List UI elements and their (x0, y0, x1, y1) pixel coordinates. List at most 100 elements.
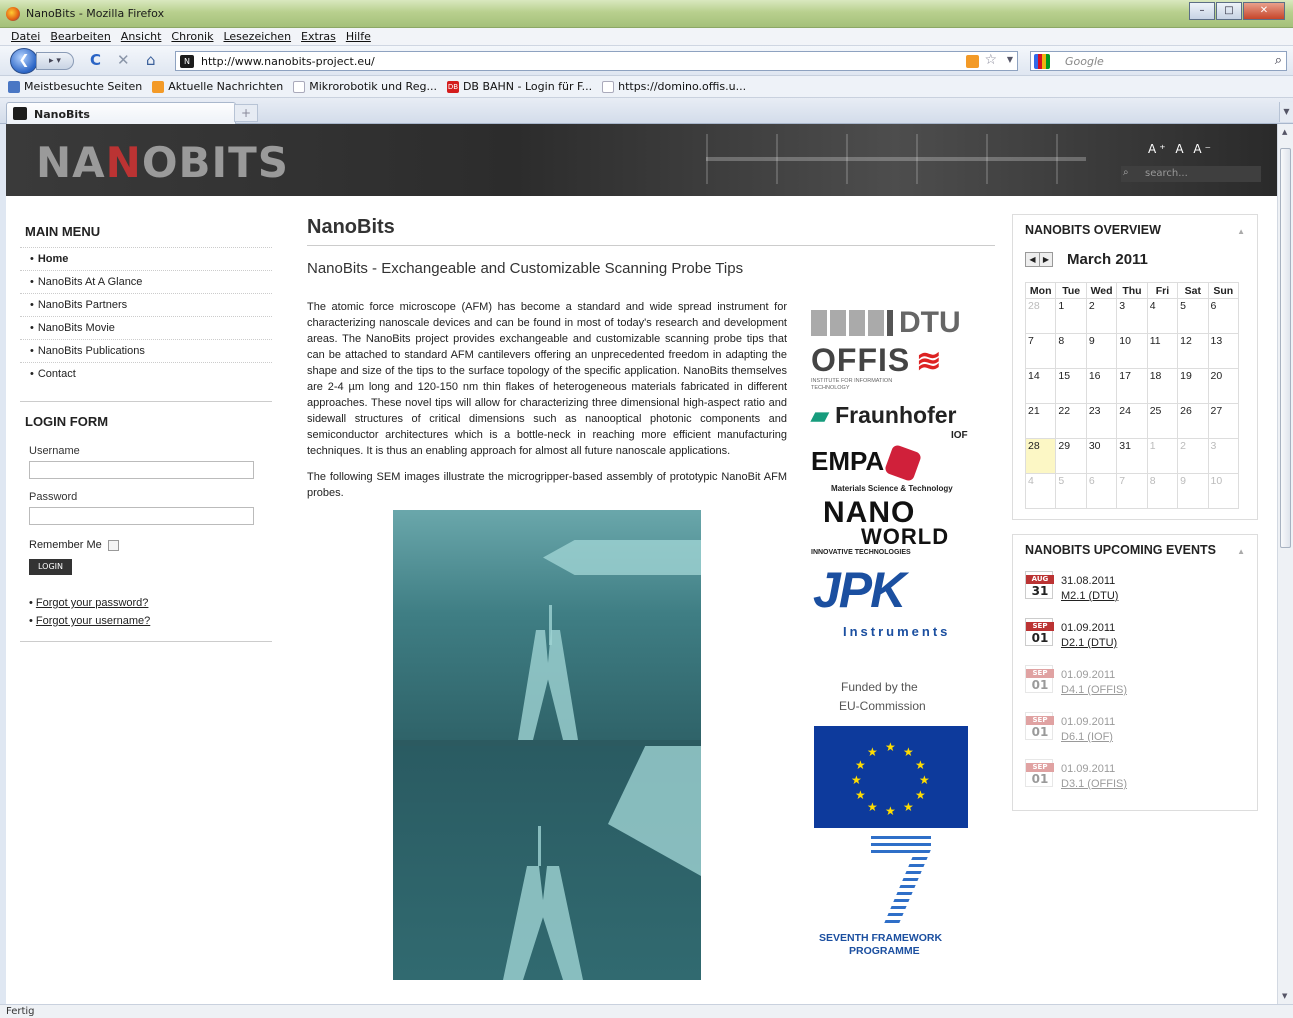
calendar-day[interactable]: 2 (1177, 438, 1209, 474)
url-bar[interactable]: N http://www.nanobits-project.eu/ ☆ ▼ (175, 51, 1018, 71)
menu-chronik[interactable]: Chronik (171, 30, 213, 43)
calendar-day[interactable]: 9 (1085, 333, 1118, 369)
calendar-day[interactable]: 3 (1116, 298, 1148, 334)
calendar-day[interactable]: 15 (1055, 368, 1087, 404)
username-field[interactable] (29, 461, 254, 479)
rss-feed-icon[interactable] (966, 55, 979, 68)
offis-logo[interactable]: OFFIS ≋ (811, 342, 942, 379)
sidebar-item-at-a-glance[interactable]: • NanoBits At A Glance (20, 270, 272, 293)
site-search-input[interactable]: ⌕ search... (1121, 166, 1261, 182)
calendar-day[interactable]: 10 (1207, 473, 1240, 509)
bookmark-mikrorobotik[interactable]: Mikrorobotik und Reg... (293, 80, 437, 93)
tab-list-icon[interactable]: ▼ (1279, 102, 1293, 122)
sidebar-item-partners[interactable]: • NanoBits Partners (20, 293, 272, 316)
menu-datei[interactable]: Datei (11, 30, 40, 43)
calendar-day[interactable]: 11 (1146, 333, 1179, 369)
collapse-icon[interactable]: ▲ (1237, 227, 1245, 236)
calendar-day[interactable]: 16 (1085, 368, 1118, 404)
calendar-day[interactable]: 10 (1116, 333, 1148, 369)
sidebar-item-contact[interactable]: • Contact (20, 362, 272, 385)
calendar-day[interactable]: 18 (1146, 368, 1179, 404)
calendar-day[interactable]: 9 (1177, 473, 1209, 509)
calendar-day[interactable]: 22 (1055, 403, 1087, 439)
calendar-day[interactable]: 13 (1207, 333, 1240, 369)
bookmark-star-icon[interactable]: ☆ (984, 52, 997, 68)
calendar-day[interactable]: 28 (1024, 438, 1057, 474)
calendar-day[interactable]: 3 (1207, 438, 1240, 474)
url-text[interactable]: http://www.nanobits-project.eu/ (201, 55, 375, 68)
search-icon[interactable]: ⌕ (1275, 53, 1282, 68)
calendar-day[interactable]: 8 (1146, 473, 1179, 509)
calendar-day[interactable]: 7 (1116, 473, 1148, 509)
password-field[interactable] (29, 507, 254, 525)
calendar-day[interactable]: 27 (1207, 403, 1240, 439)
calendar-day[interactable]: 6 (1207, 298, 1240, 334)
scroll-down-icon[interactable]: ▼ (1282, 992, 1287, 1000)
event-link[interactable]: D6.1 (IOF) (1061, 731, 1113, 743)
scroll-thumb[interactable] (1280, 148, 1291, 548)
menu-lesezeichen[interactable]: Lesezeichen (223, 30, 291, 43)
maximize-icon[interactable]: □ (1216, 2, 1242, 20)
calendar-day[interactable]: 8 (1055, 333, 1087, 369)
url-dropdown-icon[interactable]: ▼ (1007, 55, 1013, 64)
calendar-day[interactable]: 5 (1055, 473, 1087, 509)
calendar-day[interactable]: 29 (1055, 438, 1087, 474)
prev-month-icon[interactable]: ◀ (1026, 253, 1039, 266)
calendar-day[interactable]: 17 (1116, 368, 1148, 404)
forgot-username-link[interactable]: Forgot your username? (36, 615, 150, 627)
bookmark-db-bahn[interactable]: DB DB BAHN - Login für F... (446, 80, 592, 93)
calendar-day[interactable]: 1 (1055, 298, 1087, 334)
sidebar-item-movie[interactable]: • NanoBits Movie (20, 316, 272, 339)
google-icon[interactable] (1034, 54, 1050, 69)
dtu-logo[interactable]: DTU (811, 308, 961, 339)
bookmark-most-visited[interactable]: Meistbesuchte Seiten (8, 80, 142, 93)
close-icon[interactable]: ✕ (1243, 2, 1285, 20)
calendar-day[interactable]: 7 (1024, 333, 1057, 369)
remember-me-checkbox[interactable] (107, 539, 119, 551)
minimize-icon[interactable]: – (1189, 2, 1215, 20)
bookmark-news[interactable]: Aktuelle Nachrichten (152, 80, 283, 93)
calendar-day[interactable]: 2 (1085, 298, 1118, 334)
event-link[interactable]: M2.1 (DTU) (1061, 590, 1118, 602)
menu-ansicht[interactable]: Ansicht (121, 30, 162, 43)
forgot-password-link[interactable]: Forgot your password? (36, 597, 149, 609)
event-link[interactable]: D2.1 (DTU) (1061, 637, 1117, 649)
calendar-day[interactable]: 14 (1024, 368, 1057, 404)
reload-icon[interactable]: C (90, 52, 101, 69)
sidebar-item-publications[interactable]: • NanoBits Publications (20, 339, 272, 362)
back-icon[interactable]: ❮ (10, 48, 38, 74)
jpk-logo[interactable]: JPK (813, 564, 906, 616)
page-scrollbar[interactable]: ▲ ▼ (1277, 124, 1293, 1004)
calendar-day[interactable]: 23 (1085, 403, 1118, 439)
calendar-day[interactable]: 4 (1024, 473, 1057, 509)
menu-hilfe[interactable]: Hilfe (346, 30, 371, 43)
next-month-icon[interactable]: ▶ (1039, 253, 1052, 266)
calendar-day[interactable]: 5 (1177, 298, 1209, 334)
menu-extras[interactable]: Extras (301, 30, 336, 43)
calendar-day[interactable]: 31 (1116, 438, 1148, 474)
stop-icon[interactable]: ✕ (117, 52, 130, 69)
event-link[interactable]: D4.1 (OFFIS) (1061, 684, 1127, 696)
calendar-day[interactable]: 24 (1116, 403, 1148, 439)
calendar-day[interactable]: 12 (1177, 333, 1209, 369)
font-size-controls[interactable]: A⁺ A A⁻ (1148, 142, 1214, 156)
menu-bearbeiten[interactable]: Bearbeiten (50, 30, 110, 43)
calendar-day[interactable]: 4 (1146, 298, 1179, 334)
calendar-day[interactable]: 28 (1024, 298, 1057, 334)
scroll-up-icon[interactable]: ▲ (1282, 128, 1287, 136)
login-button[interactable]: LOGIN (29, 559, 72, 575)
sidebar-item-home[interactable]: • Home (20, 247, 272, 270)
site-logo[interactable]: NANOBITS (36, 138, 289, 187)
tab-nanobits[interactable]: NanoBits (6, 102, 236, 124)
fraunhofer-logo[interactable]: ▰ Fraunhofer (811, 402, 956, 429)
calendar-day[interactable]: 6 (1085, 473, 1118, 509)
calendar-day[interactable]: 30 (1085, 438, 1118, 474)
home-icon[interactable]: ⌂ (146, 52, 156, 69)
collapse-icon[interactable]: ▲ (1237, 547, 1245, 556)
calendar-day[interactable]: 20 (1207, 368, 1240, 404)
bookmark-domino[interactable]: https://domino.offis.u... (602, 80, 746, 93)
calendar-day[interactable]: 19 (1177, 368, 1209, 404)
search-bar[interactable]: Google ⌕ (1030, 51, 1287, 71)
calendar-day[interactable]: 26 (1177, 403, 1209, 439)
event-link[interactable]: D3.1 (OFFIS) (1061, 778, 1127, 790)
